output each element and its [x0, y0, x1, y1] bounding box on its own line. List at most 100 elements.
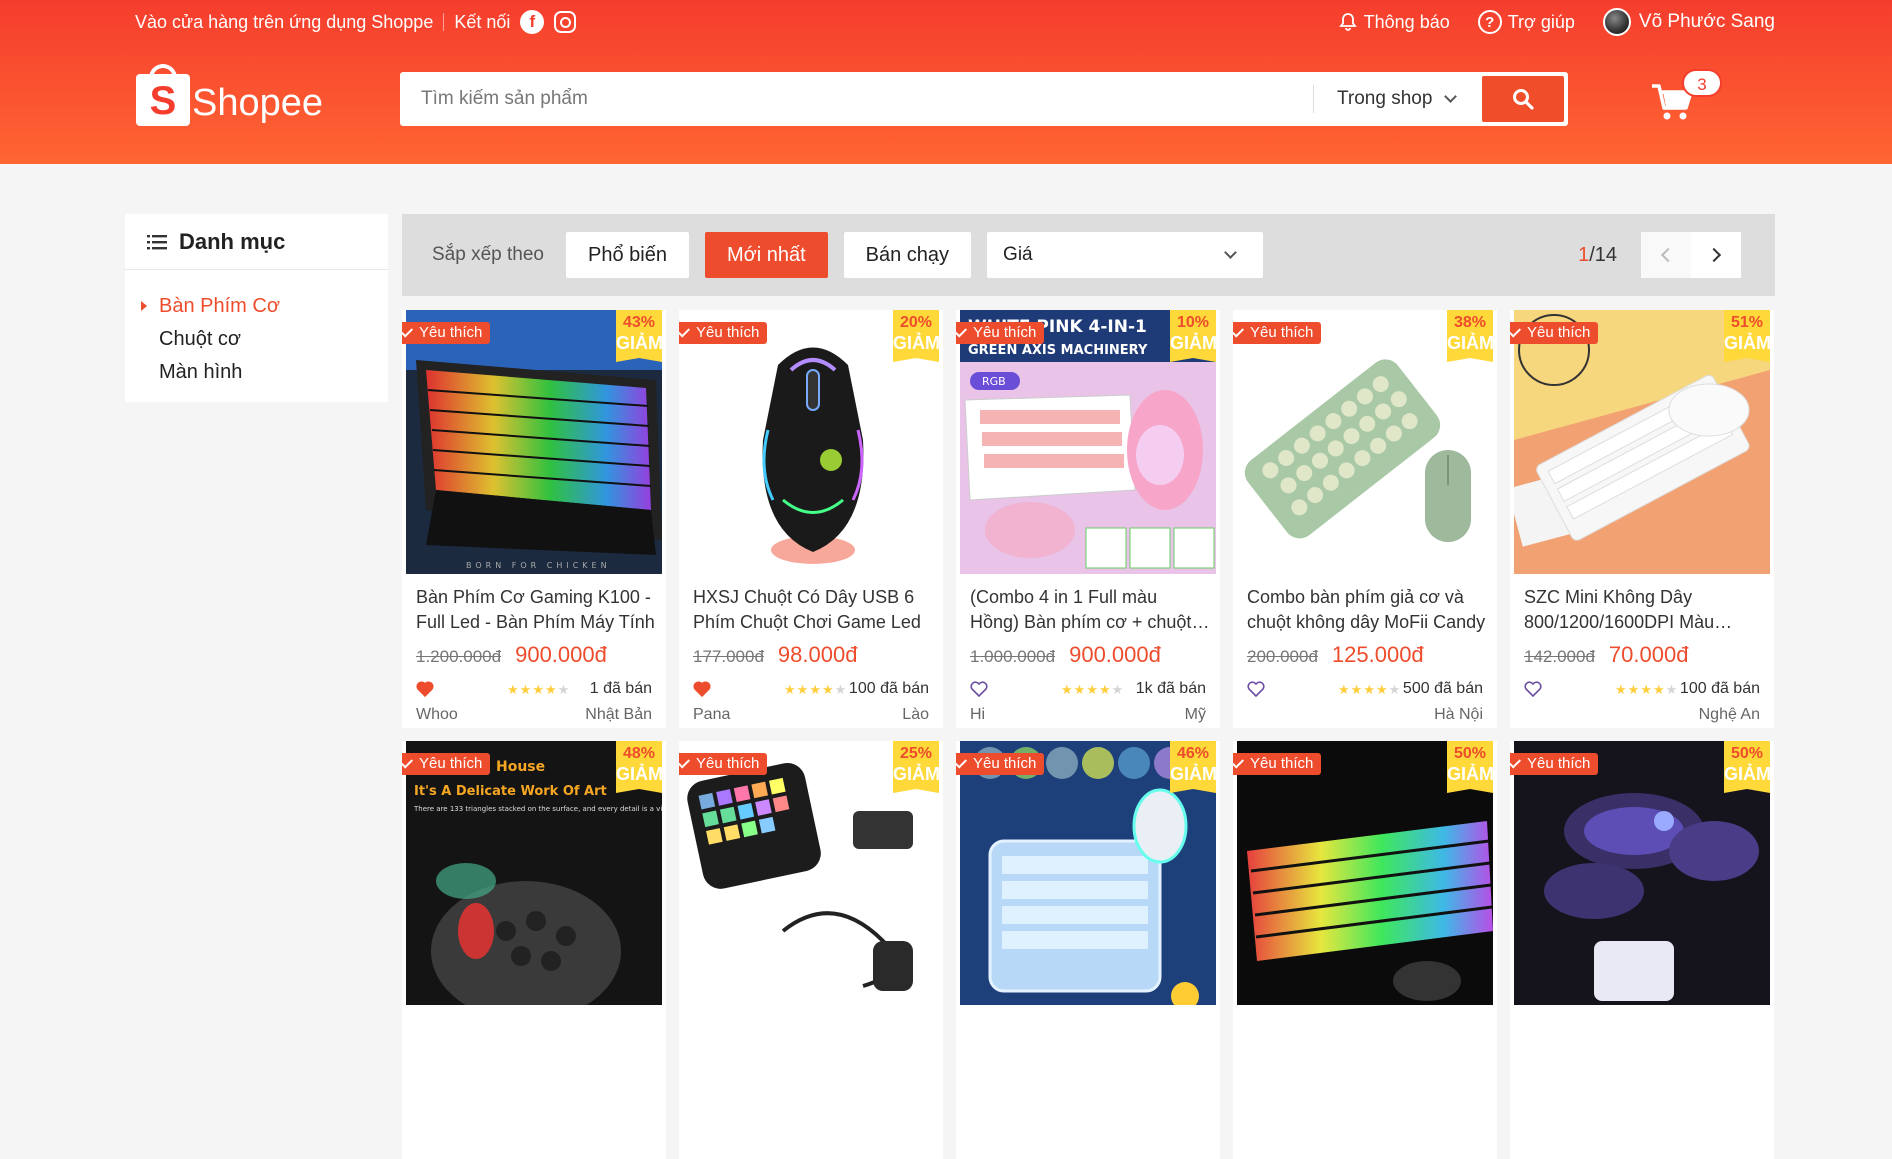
check-icon [679, 756, 691, 769]
discount-badge: 46% GIẢM [1170, 741, 1217, 793]
check-icon [956, 325, 968, 338]
user-menu[interactable]: Võ Phước Sang [1602, 8, 1775, 36]
page-total: /14 [1589, 243, 1617, 266]
help-icon: ? [1477, 10, 1502, 34]
search-bar: Trong shop [400, 72, 1568, 126]
heart-outline-icon[interactable] [970, 680, 988, 697]
rating-stars: ★ ★ ★ ★ ★ [507, 682, 571, 697]
chevron-down-icon [1224, 245, 1237, 259]
check-icon [402, 325, 414, 338]
product-name: (Combo 4 in 1 Full màu Hồng) Bàn phím cơ… [970, 587, 1207, 632]
heart-outline-icon[interactable] [1524, 680, 1542, 697]
shop-location: Lào [902, 706, 929, 723]
discount-badge: 10% GIẢM [1170, 310, 1217, 362]
check-icon [1510, 325, 1522, 338]
discount-badge: 48% GIẢM [616, 741, 663, 793]
sold-count: 100 đã bán [848, 680, 929, 697]
discount-badge: 25% GIẢM [893, 741, 940, 793]
page-current: 1 [1578, 243, 1590, 266]
category-title-row: Danh mục [125, 214, 388, 270]
chevron-left-icon [1660, 247, 1676, 263]
instagram-icon[interactable] [554, 11, 577, 33]
shop-name: Whoo [416, 706, 458, 723]
old-price: 200.000đ [1247, 647, 1318, 666]
price-sort-label: Giá [1003, 244, 1033, 265]
product-name: Combo bàn phím giả cơ và chuột không dây… [1247, 587, 1486, 632]
product-card[interactable]: Yêu thích 51% GIẢM SZC Mini Không Dây 800… [1510, 310, 1774, 728]
connect-label: Kết nối [454, 11, 511, 32]
price: 900.000đ [1069, 642, 1161, 667]
search-input[interactable] [400, 72, 1308, 126]
old-price: 142.000đ [1524, 647, 1595, 666]
heart-icon[interactable] [416, 680, 434, 697]
svg-text:There are 133 triangles stacke: There are 133 triangles stacked on the s… [413, 805, 662, 813]
product-card[interactable]: BORN FOR CHICKEN Yêu thích 43% GIẢM Bàn P… [402, 310, 666, 728]
sort-newest-button[interactable]: Mới nhất [704, 232, 828, 278]
prev-page-button[interactable] [1641, 232, 1691, 278]
category-item[interactable]: Chuột cơ [125, 323, 388, 356]
favorite-badge: Yêu thích [679, 753, 768, 775]
favorite-badge: Yêu thích [402, 322, 491, 344]
product-card[interactable]: Yêu thích 20% GIẢM HXSJ Chuột Có Dây USB … [679, 310, 943, 728]
discount-badge: 50% GIẢM [1724, 741, 1771, 793]
favorite-badge: Yêu thích [1510, 753, 1599, 775]
heart-outline-icon[interactable] [1247, 680, 1265, 697]
shop-name: Hi [970, 706, 986, 723]
shop-location: Mỹ [1184, 706, 1206, 723]
avatar [1602, 8, 1631, 36]
check-icon [1233, 756, 1245, 769]
check-icon [402, 756, 414, 769]
product-name: SZC Mini Không Dây 800/1200/1600DPI Màu … [1524, 587, 1715, 632]
product-card[interactable]: Yêu thích 46% GIẢM [956, 741, 1220, 1159]
search-scope-label: Trong shop [1337, 88, 1433, 109]
help-label: Trợ giúp [1507, 11, 1575, 32]
favorite-badge: Yêu thích [956, 322, 1045, 344]
shop-location: Nhật Bản [585, 706, 652, 723]
old-price: 177.000đ [693, 647, 764, 666]
sold-count: 500 đã bán [1402, 680, 1483, 697]
shop-location: Hà Nội [1434, 706, 1483, 723]
old-price: 1.200.000đ [416, 647, 502, 666]
search-icon [1513, 89, 1534, 110]
heart-icon[interactable] [693, 680, 711, 697]
sold-count: 100 đã bán [1679, 680, 1760, 697]
discount-badge: 50% GIẢM [1447, 741, 1494, 793]
price-sort-dropdown[interactable]: Giá [987, 232, 1264, 278]
favorite-badge: Yêu thích [1233, 753, 1322, 775]
help-link[interactable]: ? Trợ giúp [1477, 10, 1575, 34]
sort-bar: Sắp xếp theo Phổ biến Mới nhất Bán chạy … [402, 214, 1775, 296]
sold-count: 1k đã bán [1135, 680, 1206, 697]
site-header: Vào cửa hàng trên ứng dụng Shoppe Kết nố… [0, 0, 1892, 164]
check-icon [1510, 756, 1522, 769]
notifications-link[interactable]: Thông báo [1338, 12, 1450, 33]
sort-popular-button[interactable]: Phổ biến [565, 232, 689, 278]
divider [1313, 85, 1314, 113]
bell-icon [1338, 13, 1357, 31]
favorite-badge: Yêu thích [956, 753, 1045, 775]
product-card[interactable]: Yêu thích 38% GIẢM Combo bàn phím giả cơ … [1233, 310, 1497, 728]
shopee-logo[interactable]: S Shopee [136, 64, 323, 126]
product-card[interactable]: Yêu thích 25% GIẢM [679, 741, 943, 1159]
rating-stars: ★ ★ ★ ★ ★ [1615, 682, 1679, 697]
next-page-button[interactable] [1691, 232, 1741, 278]
cart-count-badge: 3 [1682, 69, 1722, 97]
discount-badge: 51% GIẢM [1724, 310, 1771, 362]
download-app-link[interactable]: Vào cửa hàng trên ứng dụng Shoppe [135, 12, 433, 33]
svg-text:It's A Delicate Work Of Art: It's A Delicate Work Of Art [414, 784, 607, 799]
check-icon [956, 756, 968, 769]
product-card[interactable]: Yêu thích 50% GIẢM [1510, 741, 1774, 1159]
sort-bestselling-button[interactable]: Bán chạy [843, 232, 972, 278]
search-button[interactable] [1482, 76, 1564, 122]
search-scope-dropdown[interactable]: Trong shop [1337, 72, 1458, 126]
product-card[interactable]: House It's A Delicate Work Of Art There … [402, 741, 666, 1159]
price: 98.000đ [777, 642, 858, 667]
category-item[interactable]: Màn hình [125, 356, 388, 389]
favorite-badge: Yêu thích [679, 322, 768, 344]
product-card[interactable]: Yêu thích 50% GIẢM [1233, 741, 1497, 1159]
category-item[interactable]: Bàn Phím Cơ [125, 290, 388, 323]
svg-text:RGB: RGB [982, 375, 1006, 388]
category-sidebar: Danh mục Bàn Phím Cơ Chuột cơ Màn hình [125, 214, 388, 402]
facebook-icon[interactable]: f [520, 10, 545, 34]
product-card[interactable]: WHITE PINK 4-IN-1 GREEN AXIS MACHINERY R… [956, 310, 1220, 728]
top-navbar: Vào cửa hàng trên ứng dụng Shoppe Kết nố… [135, 8, 1775, 36]
